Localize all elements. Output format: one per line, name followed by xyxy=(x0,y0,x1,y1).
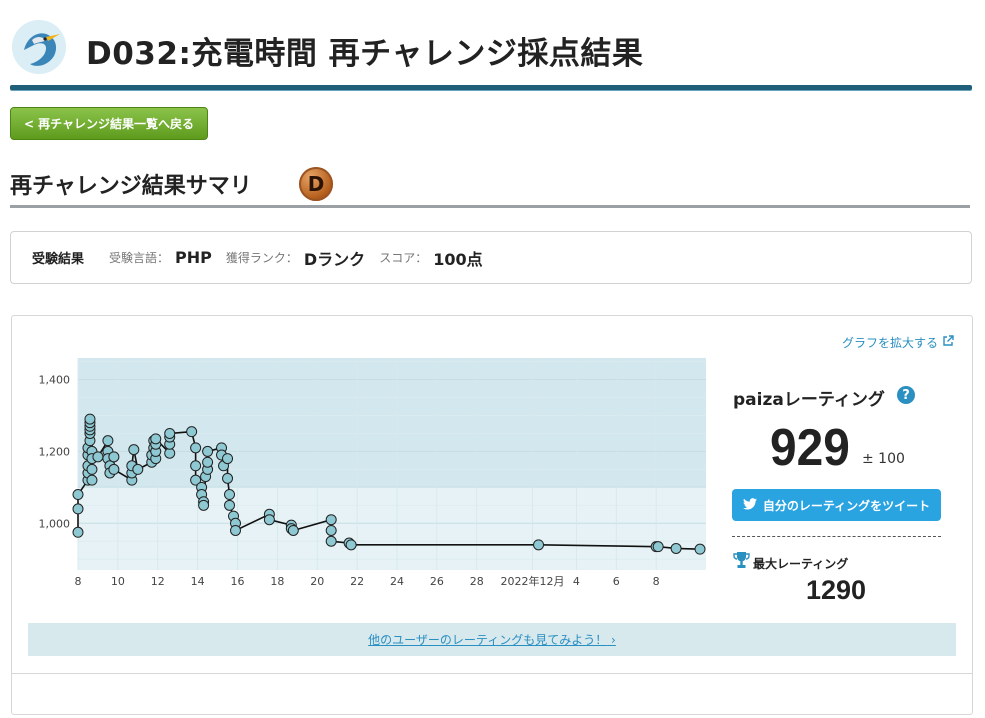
panel-divider xyxy=(12,673,972,674)
summary-divider xyxy=(10,205,970,208)
x-tick-label: 16 xyxy=(230,575,244,588)
rating-data-point xyxy=(86,474,98,486)
rating-data-point xyxy=(190,460,202,472)
rating-data-point xyxy=(72,526,84,538)
max-rating-value: 1290 xyxy=(806,575,867,605)
x-tick-label: 20 xyxy=(310,575,324,588)
tweet-rating-button[interactable]: 自分のレーティングをツイート xyxy=(732,489,941,521)
y-tick-label: 1,200 xyxy=(39,445,71,458)
rating-data-point xyxy=(222,472,234,484)
x-tick-label: 8 xyxy=(653,575,660,588)
others-rating-link[interactable]: 他のユーザーのレーティングも見てみよう！ › xyxy=(368,631,616,648)
rating-data-point xyxy=(325,535,337,547)
rating-data-point xyxy=(72,503,84,515)
rating-data-point xyxy=(86,463,98,475)
title-divider xyxy=(10,85,972,90)
rank-badge-icon: D xyxy=(299,167,333,201)
rating-data-point xyxy=(222,453,234,465)
x-tick-label: 24 xyxy=(390,575,404,588)
rating-data-point xyxy=(108,463,120,475)
rating-data-point xyxy=(325,524,337,536)
rating-data-point xyxy=(229,524,241,536)
rank-label: 獲得ランク： xyxy=(225,251,298,265)
back-to-list-button[interactable]: < 再チャレンジ結果一覧へ戻る xyxy=(10,107,208,140)
summary-heading: 再チャレンジ結果サマリ xyxy=(10,174,252,199)
rating-data-point xyxy=(84,413,96,425)
rating-data-point xyxy=(92,451,104,463)
chart-upper-band xyxy=(78,358,706,488)
score-label: スコア： xyxy=(379,251,428,265)
rating-title: paizaレーティング xyxy=(733,390,885,410)
x-tick-label: 14 xyxy=(191,575,205,588)
rating-data-point xyxy=(345,539,357,551)
rating-data-point xyxy=(72,489,84,501)
rating-data-point xyxy=(108,451,120,463)
external-link-icon xyxy=(942,335,954,350)
x-tick-label: 2022年12月 xyxy=(501,574,565,588)
language-label: 受験言語： xyxy=(109,251,170,265)
rating-data-point xyxy=(190,442,202,454)
y-tick-label: 1,000 xyxy=(39,517,71,530)
page-title: D032:充電時間 再チャレンジ採点結果 xyxy=(86,36,644,72)
x-tick-label: 26 xyxy=(430,575,444,588)
x-tick-label: 12 xyxy=(151,575,165,588)
rating-data-point xyxy=(652,541,664,553)
page-header: D032:充電時間 再チャレンジ採点結果 xyxy=(0,0,985,92)
expand-graph-link[interactable]: グラフを拡大する xyxy=(842,334,954,351)
rating-data-point xyxy=(202,445,214,457)
tweet-label: 自分のレーティングをツイート xyxy=(762,498,931,513)
rating-data-point xyxy=(164,427,176,439)
help-question-icon[interactable]: ? xyxy=(897,386,915,404)
rating-data-point xyxy=(287,524,299,536)
twitter-bird-icon xyxy=(742,497,757,513)
rating-line-chart: 1,000 1,200 1,400 8 10 12 14 16 18 20 22 24 26 28 2022… xyxy=(39,358,706,588)
expand-graph-label: グラフを拡大する xyxy=(842,336,939,350)
x-tick-label: 10 xyxy=(111,575,125,588)
rating-data-point xyxy=(670,542,682,554)
rating-data-point xyxy=(224,499,236,511)
rating-data-point xyxy=(128,444,140,456)
rating-data-point xyxy=(102,435,114,447)
others-rating-banner: 他のユーザーのレーティングも見てみよう！ › xyxy=(28,623,956,656)
trophy-icon xyxy=(733,551,750,569)
score-value: 100点 xyxy=(433,249,483,269)
x-tick-label: 18 xyxy=(270,575,284,588)
rank-value: Dランク xyxy=(303,249,366,269)
x-tick-label: 4 xyxy=(573,575,580,588)
rating-data-point xyxy=(186,426,198,438)
chevron-right-icon: › xyxy=(611,633,616,647)
rating-data-point xyxy=(202,456,214,468)
result-summary-box: 受験結果 受験言語： PHP 獲得ランク： Dランク スコア： 100点 xyxy=(10,231,972,284)
rating-data-point xyxy=(150,433,162,445)
rating-data-point xyxy=(132,463,144,475)
max-rating-label: 最大レーティング xyxy=(753,557,849,571)
x-tick-label: 22 xyxy=(350,575,364,588)
rating-data-point xyxy=(325,514,337,526)
y-tick-label: 1,400 xyxy=(39,374,71,387)
paiza-logo-icon xyxy=(12,20,66,74)
dashed-divider xyxy=(732,536,941,537)
rating-value: 929 xyxy=(770,419,850,477)
chart-lower-band xyxy=(78,487,706,570)
result-label: 受験結果 xyxy=(32,252,85,267)
rating-data-point xyxy=(263,514,275,526)
rating-data-point xyxy=(533,539,545,551)
others-rating-label: 他のユーザーのレーティングも見てみよう！ xyxy=(368,633,608,647)
rating-margin: ± 100 xyxy=(862,451,905,467)
rating-data-point xyxy=(198,499,210,511)
rating-data-point xyxy=(224,489,236,501)
language-value: PHP xyxy=(175,248,212,267)
rating-data-point xyxy=(694,543,706,555)
x-tick-label: 8 xyxy=(75,575,82,588)
x-tick-label: 6 xyxy=(613,575,620,588)
x-tick-label: 28 xyxy=(470,575,484,588)
